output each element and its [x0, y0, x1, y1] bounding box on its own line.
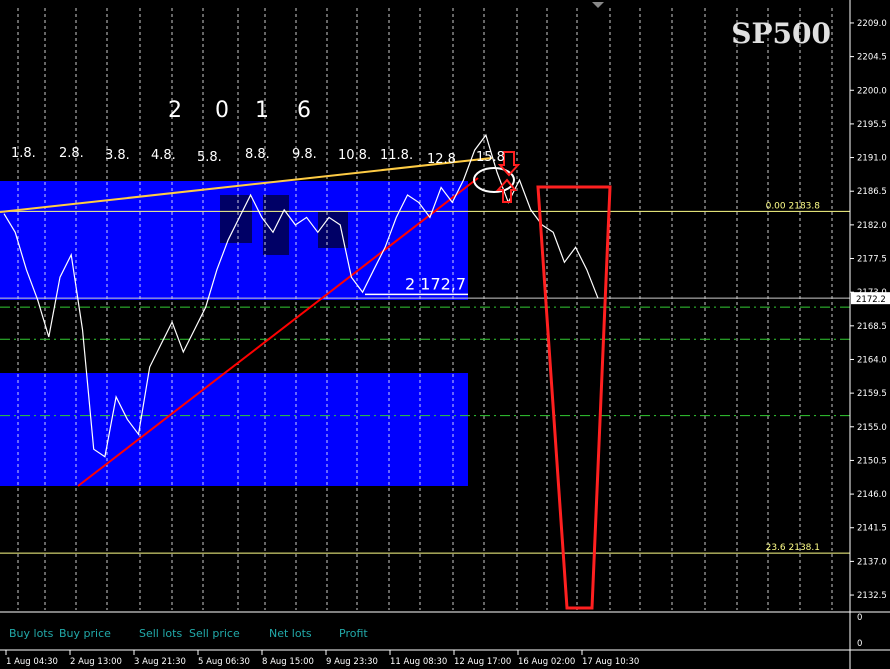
legend-buy-price: Buy price [59, 627, 111, 640]
symbol-title: SP500 [731, 17, 831, 50]
y-tick-label-7: 2177.5 [857, 255, 887, 265]
y-tick-label-4: 2191.0 [857, 154, 887, 164]
legend-sell-price: Sell price [189, 627, 240, 640]
y-tick-label-0: 2209.0 [857, 19, 887, 29]
year-digit-1: 0 [215, 98, 229, 123]
date-mark-4: 5.8. [197, 150, 222, 165]
price-chart[interactable]: 0.00 2183.823.6 2138.1 2 172,7 2209.0220… [0, 0, 890, 669]
grid-layer [17, 8, 833, 610]
fib-level-label-0: 0.00 2183.8 [766, 201, 821, 211]
date-mark-0: 1.8. [11, 146, 36, 161]
year-digit-3: 6 [297, 98, 311, 123]
y-tick-label-1: 2204.5 [857, 53, 887, 63]
y-tick-label-12: 2155.0 [857, 423, 887, 433]
y-tick-label-17: 2132.5 [857, 591, 887, 601]
date-mark-8: 11.8. [380, 148, 413, 163]
legend-profit: Profit [339, 627, 368, 640]
x-tick-label-9: 17 Aug 10:30 [582, 657, 639, 667]
y-tick-label-6: 2182.0 [857, 221, 887, 231]
y-tick-label-2: 2200.0 [857, 86, 887, 96]
annotation-level-label: 2 172,7 [405, 274, 466, 293]
date-mark-3: 4.8. [151, 148, 176, 163]
sub-axis-label-0: 0 [857, 613, 862, 623]
year-digit-2: 1 [255, 98, 269, 123]
axis-layer: 2209.0 2204.5 2200.0 2195.5 2191.0 2186.5 2182… [0, 0, 890, 669]
date-mark-6: 9.8. [292, 147, 317, 162]
y-tick-label-9: 2168.5 [857, 322, 887, 332]
y-tick-label-15: 2141.5 [857, 524, 887, 534]
x-tick-label-7: 12 Aug 17:00 [454, 657, 511, 667]
chart-window: 0.00 2183.8 23.6 2138.1 2 172,7 2209.0 220… [0, 0, 890, 669]
date-mark-1: 2.8. [59, 146, 84, 161]
zones-layer [0, 181, 468, 486]
x-tick-label-4: 8 Aug 15:00 [262, 657, 314, 667]
y-tick-label-3: 2195.5 [857, 120, 887, 130]
y-tick-label-11: 2159.5 [857, 389, 887, 399]
x-tick-label-2: 3 Aug 21:30 [134, 657, 186, 667]
y-tick-label-10: 2164.0 [857, 355, 887, 365]
y-tick-label-13: 2150.5 [857, 456, 887, 466]
labels-layer: SP500 2 0 1 6 1.8. 2.8. 3.8. 4.8. 5.8. 8.8. 9.8. 10.… [11, 17, 831, 167]
x-tick-label-3: 5 Aug 06:30 [198, 657, 250, 667]
x-tick-label-0: 1 Aug 04:30 [6, 657, 58, 667]
y-tick-label-14: 2146.0 [857, 490, 887, 500]
y-tick-label-16: 2137.0 [857, 557, 887, 567]
fib-level-label-1: 23.6 2138.1 [766, 543, 820, 553]
sub-axis-label-1: 0 [857, 639, 862, 649]
x-tick-label-6: 11 Aug 08:30 [390, 657, 447, 667]
year-digit-0: 2 [168, 98, 182, 123]
x-tick-label-5: 9 Aug 23:30 [326, 657, 378, 667]
date-mark-2: 3.8. [105, 148, 130, 163]
x-tick-label-8: 16 Aug 02:00 [518, 657, 575, 667]
date-mark-10: 15.8 [476, 150, 505, 165]
lower-blue-zone [0, 373, 468, 486]
date-mark-7: 10.8. [338, 148, 371, 163]
legend-buy-lots: Buy lots [9, 627, 54, 640]
date-mark-9: 12.8 [427, 152, 456, 167]
y-tick-label-5: 2186.5 [857, 187, 887, 197]
date-mark-5: 8.8. [245, 147, 270, 162]
current-price-label: 2172.2 [856, 295, 886, 305]
shift-marker-icon [592, 2, 604, 8]
overlay-layer: 2 172,7 [365, 2, 612, 610]
legend-net-lots: Net lots [269, 627, 312, 640]
x-tick-label-1: 2 Aug 13:00 [70, 657, 122, 667]
legend-sell-lots: Sell lots [139, 627, 182, 640]
